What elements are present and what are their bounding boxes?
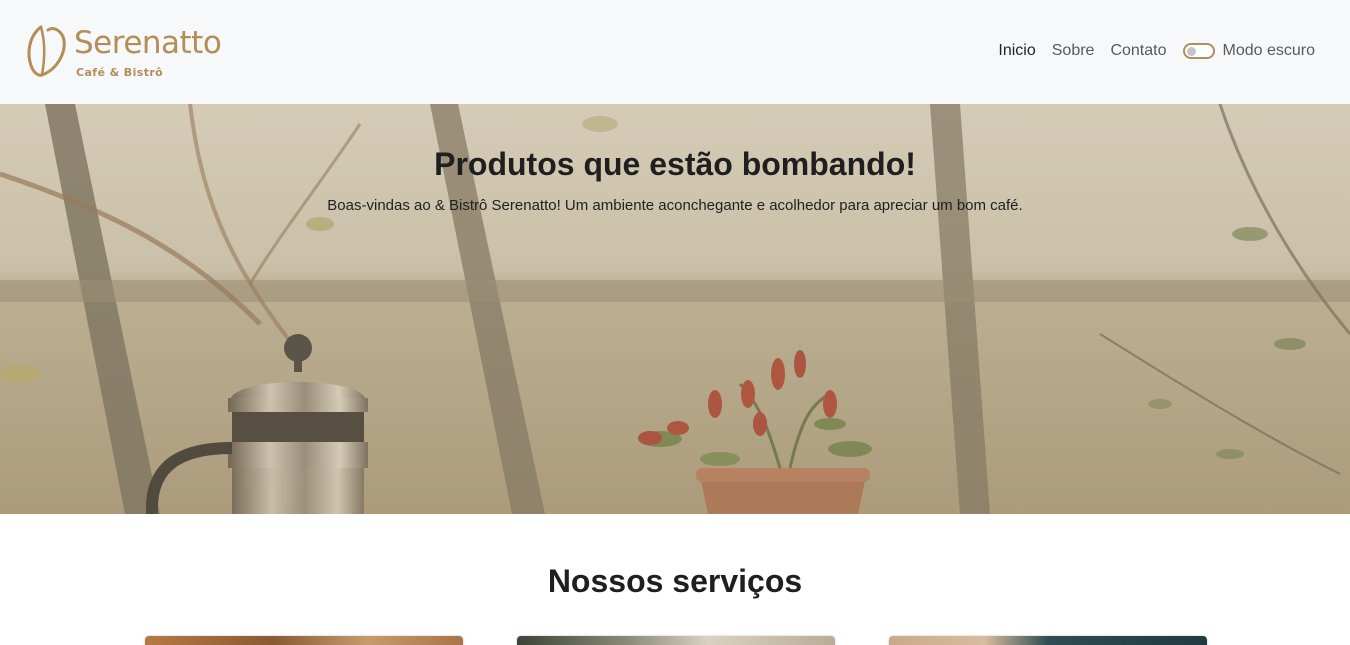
service-card-2[interactable]	[517, 636, 835, 645]
brand-name: Serenatto	[74, 25, 222, 61]
brand-logo[interactable]: Serenatto Café & Bistrô	[26, 24, 236, 80]
toggle-knob	[1186, 47, 1196, 56]
navbar: Serenatto Café & Bistrô Inicio Sobre Con…	[0, 0, 1350, 104]
service-card-1[interactable]	[145, 636, 463, 645]
dark-mode-toggle[interactable]	[1182, 43, 1215, 59]
main-nav: Inicio Sobre Contato Modo escuro	[982, 38, 1315, 64]
services-title: Nossos serviços	[547, 563, 803, 599]
nav-link-sobre[interactable]: Sobre	[1052, 39, 1095, 63]
dark-mode-label[interactable]: Modo escuro	[1223, 42, 1316, 60]
brand-subtitle: Café & Bistrô	[76, 66, 164, 79]
service-card-3[interactable]	[889, 636, 1207, 645]
hero-description: Boas-vindas ao & Bistrô Serenatto! Um am…	[327, 197, 1023, 214]
hero-banner: Produtos que estão bombando! Boas-vindas…	[0, 104, 1350, 514]
nav-link-contato[interactable]: Contato	[1110, 39, 1166, 63]
hero-title: Produtos que estão bombando!	[434, 146, 916, 182]
coffee-bean-logo-icon	[27, 25, 66, 77]
nav-link-inicio[interactable]: Inicio	[998, 39, 1035, 63]
